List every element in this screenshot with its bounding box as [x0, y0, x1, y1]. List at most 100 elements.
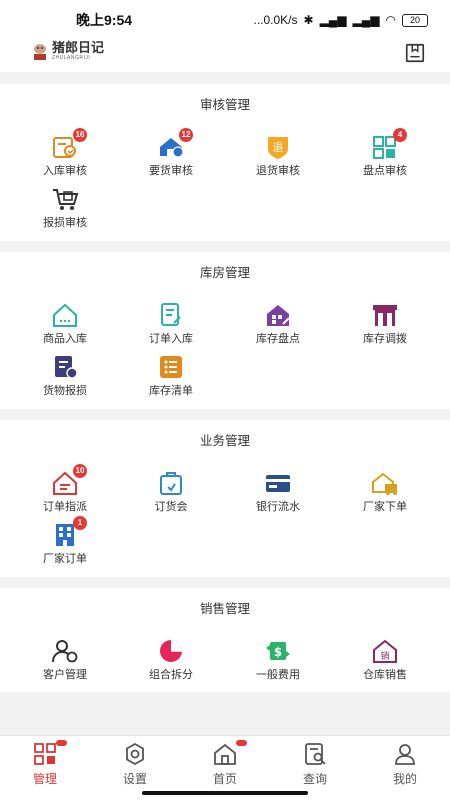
combo-split-icon — [157, 638, 185, 664]
tab-label: 查询 — [302, 772, 327, 786]
item-request-review[interactable]: 12 要货审核 — [126, 128, 216, 178]
status-bar: 晚上9:54 ...0.0K/s ✱ ▂▄▆ ▂▄▆ ◠ 20 — [0, 0, 450, 40]
item-label: 退货审核 — [256, 165, 300, 177]
status-indicators: ...0.0K/s ✱ ▂▄▆ ▂▄▆ ◠ 20 — [253, 13, 428, 27]
user-icon — [393, 742, 417, 766]
wifi-icon: ◠ — [385, 13, 396, 27]
badge: 12 — [179, 128, 193, 142]
item-label: 组合拆分 — [149, 669, 193, 681]
section-title: 审核管理 — [199, 98, 250, 112]
section-title: 库房管理 — [199, 266, 250, 280]
item-inbound-review[interactable]: 16 入库审核 — [20, 128, 110, 178]
item-label: 厂家订单 — [43, 553, 87, 565]
section-warehouse: 库房管理 商品入库 订单入库 库存盘点 库存调拨 货物报损 库存清单 — [0, 252, 450, 409]
network-speed: ...0.0K/s — [253, 13, 298, 27]
notes-icon[interactable] — [404, 42, 426, 64]
tab-label: 我的 — [392, 772, 417, 786]
item-label: 订货会 — [154, 501, 188, 513]
item-stocktake-review[interactable]: 4 盘点审核 — [340, 128, 430, 178]
item-transfer[interactable]: 库存调拨 — [340, 302, 430, 346]
item-label: 库存清单 — [149, 385, 193, 397]
item-warehouse-sales[interactable]: 销 仓库销售 — [340, 638, 430, 682]
item-factory-order-place[interactable]: 厂家下单 — [340, 470, 430, 514]
notification-dot — [236, 740, 247, 746]
section-title: 销售管理 — [199, 602, 250, 616]
item-return-review[interactable]: 退 退货审核 — [233, 134, 323, 178]
item-goods-inbound[interactable]: 商品入库 — [20, 302, 110, 346]
section-sales: 销售管理 客户管理 组合拆分 $ 一般费用 销 仓库销售 — [0, 588, 450, 692]
section-business: 业务管理 10 订单指派 订货会 银行流水 厂家下单 1 厂家订单 — [0, 420, 450, 577]
item-label: 厂家下单 — [363, 501, 407, 513]
svg-text:退: 退 — [273, 141, 284, 154]
item-expense[interactable]: $ 一般费用 — [233, 638, 323, 682]
home-indicator[interactable] — [142, 791, 308, 795]
factory-orders-icon: 1 — [51, 516, 87, 548]
tab-manage[interactable]: 管理 — [0, 740, 90, 787]
stock-list-icon — [157, 354, 185, 380]
item-stocktake[interactable]: 库存盘点 — [233, 302, 323, 346]
tab-query[interactable]: 查询 — [270, 742, 360, 787]
app-logo: 猪郎日记 ZHULANGRIJI — [30, 40, 104, 62]
tab-settings[interactable]: 设置 — [90, 742, 180, 787]
order-fair-icon — [157, 470, 185, 496]
order-inbound-icon — [157, 302, 185, 328]
settings-icon — [123, 742, 147, 766]
logo-title: 猪郎日记 — [52, 40, 105, 56]
svg-text:$: $ — [274, 645, 282, 659]
app-header: 猪郎日记 ZHULANGRIJI — [0, 40, 450, 72]
stocktake-icon — [264, 302, 292, 328]
item-label: 库存调拨 — [363, 333, 407, 345]
customer-icon — [51, 638, 79, 664]
item-factory-orders[interactable]: 1 厂家订单 — [20, 516, 110, 566]
stocktake-review-icon: 4 — [371, 128, 407, 160]
request-review-icon: 12 — [157, 128, 193, 160]
tab-label: 首页 — [212, 772, 237, 786]
item-label: 银行流水 — [256, 501, 300, 513]
notification-dot — [56, 740, 67, 746]
bluetooth-icon: ✱ — [303, 13, 314, 27]
item-label: 货物报损 — [43, 385, 87, 397]
loss-review-icon — [51, 186, 79, 212]
item-label: 一般费用 — [256, 669, 300, 681]
item-order-inbound[interactable]: 订单入库 — [126, 302, 216, 346]
item-combo-split[interactable]: 组合拆分 — [126, 638, 216, 682]
item-loss-review[interactable]: 报损审核 — [20, 186, 110, 230]
item-label: 客户管理 — [43, 669, 87, 681]
badge: 16 — [73, 128, 87, 142]
home-icon — [213, 740, 247, 766]
tab-label: 设置 — [122, 772, 147, 786]
item-label: 盘点审核 — [363, 165, 407, 177]
goods-inbound-icon — [51, 302, 79, 328]
goods-loss-icon — [51, 354, 79, 380]
return-review-icon: 退 — [264, 134, 292, 160]
item-label: 订单指派 — [43, 501, 87, 513]
badge: 10 — [73, 464, 87, 478]
inbound-review-icon: 16 — [51, 128, 87, 160]
svg-text:销: 销 — [380, 650, 389, 662]
signal-icon: ▂▄▆ — [319, 13, 347, 27]
warehouse-sales-icon: 销 — [371, 638, 399, 664]
search-doc-icon — [303, 742, 327, 766]
order-assign-icon: 10 — [51, 464, 87, 496]
status-time: 晚上9:54 — [76, 12, 133, 28]
item-order-assign[interactable]: 10 订单指派 — [20, 464, 110, 514]
tab-mine[interactable]: 我的 — [360, 742, 450, 787]
badge: 1 — [73, 516, 87, 530]
item-bank-statement[interactable]: 银行流水 — [233, 470, 323, 514]
transfer-icon — [371, 302, 399, 328]
item-goods-loss[interactable]: 货物报损 — [20, 354, 110, 398]
item-stock-list[interactable]: 库存清单 — [126, 354, 216, 398]
item-label: 要货审核 — [149, 165, 193, 177]
item-label: 报损审核 — [43, 217, 87, 229]
item-customer[interactable]: 客户管理 — [20, 638, 110, 682]
item-order-fair[interactable]: 订货会 — [126, 470, 216, 514]
section-title: 业务管理 — [199, 434, 250, 448]
signal-icon-2: ▂▄▆ — [352, 13, 380, 27]
battery-icon: 20 — [402, 13, 428, 27]
bottom-tab-bar: 管理 设置 首页 查询 我的 — [0, 735, 450, 800]
tab-label: 管理 — [32, 772, 57, 786]
logo-subtitle: ZHULANGRIJI — [52, 54, 91, 61]
pig-logo-icon — [34, 44, 46, 60]
item-label: 库存盘点 — [256, 333, 300, 345]
tab-home[interactable]: 首页 — [180, 740, 270, 787]
